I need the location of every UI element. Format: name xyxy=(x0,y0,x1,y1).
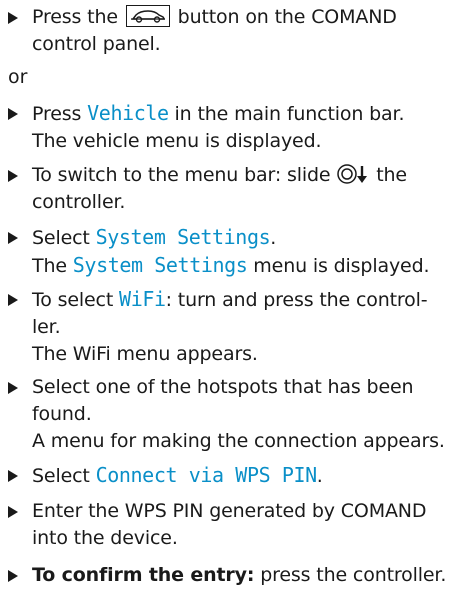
ui-label-system-settings: System Settings xyxy=(72,253,248,277)
step-enter-wps-pin: Enter the WPS PIN generated by COMAND in… xyxy=(8,498,460,552)
bullet-arrow-icon xyxy=(8,170,18,182)
step-switch-to-menu-bar: To switch to the menu bar: slide the con… xyxy=(8,162,460,216)
bullet-arrow-icon xyxy=(8,12,18,24)
bullet-arrow-icon xyxy=(8,382,18,394)
bullet-arrow-icon xyxy=(8,570,18,582)
controller-slide-down-icon xyxy=(336,163,370,185)
step-select-connect-via-wps-pin: Select Connect via WPS PIN. xyxy=(8,462,460,490)
or-separator: or xyxy=(8,66,28,88)
bullet-arrow-icon xyxy=(8,108,18,120)
bullet-arrow-icon xyxy=(8,294,18,306)
ui-label-wifi: WiFi xyxy=(119,287,166,311)
confirm-entry-label: To confirm the entry: xyxy=(32,564,255,586)
ui-label-system-settings: System Settings xyxy=(95,225,271,249)
step-press-car-button: Press the button on the COMAND control p… xyxy=(8,4,460,58)
step-select-system-settings: Select System Settings. The System Setti… xyxy=(8,224,460,280)
car-button-icon xyxy=(125,5,170,27)
step-confirm-entry: To confirm the entry: press the controll… xyxy=(8,562,460,589)
step-press-vehicle: Press Vehicle in the main function bar. … xyxy=(8,100,460,155)
ui-label-vehicle: Vehicle xyxy=(87,101,169,125)
bullet-arrow-icon xyxy=(8,506,18,518)
ui-label-connect-via-wps-pin: Connect via WPS PIN xyxy=(95,463,318,487)
bullet-arrow-icon xyxy=(8,232,18,244)
step-select-hotspot: Select one of the hotspots that has been… xyxy=(8,374,460,455)
step-select-wifi: To select WiFi: turn and press the contr… xyxy=(8,286,460,368)
bullet-arrow-icon xyxy=(8,470,18,482)
